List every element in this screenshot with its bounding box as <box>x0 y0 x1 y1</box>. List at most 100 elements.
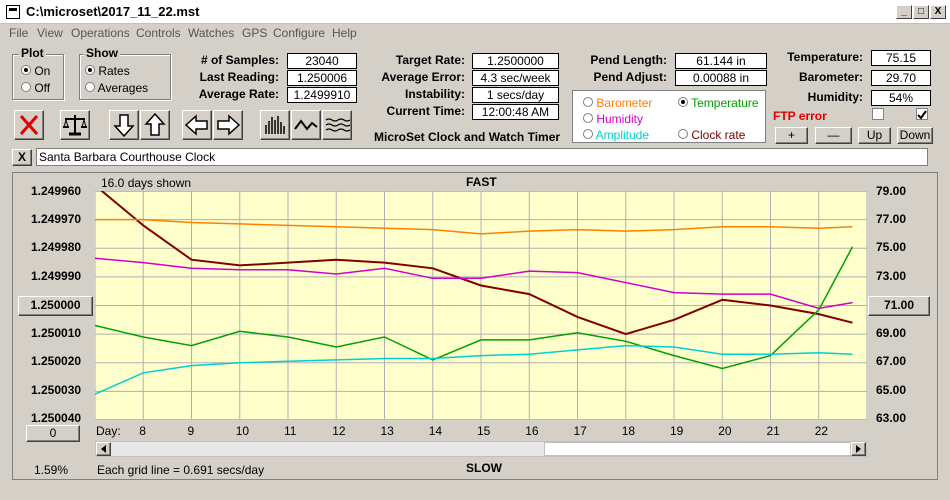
x-tick-label: 13 <box>380 424 394 438</box>
scroll-down-button[interactable] <box>109 110 139 140</box>
x-tick-label: 8 <box>139 424 146 438</box>
menu-configure[interactable]: Configure <box>273 26 325 40</box>
ftp-checkbox[interactable] <box>872 108 884 120</box>
stop-button[interactable] <box>14 110 44 140</box>
radio-icon <box>21 65 31 75</box>
radio-icon <box>583 113 593 123</box>
wave-button[interactable] <box>291 110 321 140</box>
menu-view[interactable]: View <box>37 26 63 40</box>
overlay-temperature[interactable]: Temperature <box>678 96 759 110</box>
balance-scale-icon <box>63 115 87 136</box>
ftp-error-label: FTP error <box>773 109 827 123</box>
x-tick-label: 17 <box>573 424 587 438</box>
scroll-right-button[interactable] <box>213 110 243 140</box>
down-button[interactable]: Down <box>897 127 933 144</box>
center-rate-button[interactable]: 1.250000 <box>18 296 93 316</box>
average-error-field: 4.3 sec/week <box>472 70 559 86</box>
grid-note: Each grid line = 0.691 secs/day <box>97 463 265 477</box>
menu-controls[interactable]: Controls <box>136 26 181 40</box>
left-tick: 1.250020 <box>31 354 82 368</box>
pend-length-label: Pend Length: <box>590 53 667 67</box>
zero-button[interactable]: 0 <box>26 425 80 442</box>
average-rate-label: Average Rate: <box>198 87 279 101</box>
arrow-up-icon <box>144 112 166 136</box>
last-reading-label: Last Reading: <box>199 70 279 84</box>
histogram-button[interactable] <box>260 110 290 140</box>
clock-close-button[interactable]: X <box>12 149 32 166</box>
x-tick-label: 22 <box>814 424 829 438</box>
left-tick: 1.250010 <box>31 326 82 340</box>
scroll-thumb[interactable] <box>544 442 851 456</box>
x-tick-label: 14 <box>428 424 443 438</box>
plot-on-radio[interactable]: On <box>21 64 50 78</box>
menu-file[interactable]: File <box>9 26 28 40</box>
menu-watches[interactable]: Watches <box>188 26 234 40</box>
plus-button[interactable]: + <box>775 127 808 144</box>
triangle-right-icon <box>856 445 861 453</box>
pend-adjust-field: 0.00088 in <box>675 70 767 86</box>
radio-icon <box>583 129 593 139</box>
samples-label: # of Samples: <box>200 53 279 67</box>
x-tick-label: 12 <box>332 424 346 438</box>
triangle-left-icon <box>101 445 106 453</box>
clock-name-field[interactable]: Santa Barbara Courthouse Clock <box>36 148 928 166</box>
horizontal-scrollbar[interactable] <box>95 441 867 457</box>
average-rate-field: 1.2499910 <box>287 87 357 103</box>
instability-label: Instability: <box>404 87 465 101</box>
left-tick: 1.249960 <box>31 184 82 198</box>
maximize-button[interactable]: □ <box>913 5 929 19</box>
minus-button[interactable]: — <box>815 127 852 144</box>
scroll-up-button[interactable] <box>140 110 170 140</box>
fast-label: FAST <box>466 175 497 189</box>
ftp-enabled-checkbox[interactable] <box>916 108 928 120</box>
right-tick: 75.00 <box>876 240 907 254</box>
x-tick-label: 20 <box>718 424 732 438</box>
show-group-title: Show <box>84 46 120 60</box>
slow-label: SLOW <box>466 461 502 475</box>
plot-on-label: On <box>34 64 51 78</box>
left-tick: 1.249980 <box>31 240 82 254</box>
scroll-left-button[interactable] <box>182 110 212 140</box>
scroll-left-arrow[interactable] <box>96 442 111 456</box>
center-sensor-button[interactable]: 71.00 <box>868 296 930 316</box>
radio-icon <box>85 65 95 75</box>
overlay-humidity[interactable]: Humidity <box>583 112 643 126</box>
menu-help[interactable]: Help <box>332 26 357 40</box>
x-tick-label: 15 <box>477 424 491 438</box>
checkmark-icon <box>917 110 927 120</box>
show-rates-radio[interactable]: Rates <box>85 64 130 78</box>
noise-icon <box>325 118 351 132</box>
target-rate-label: Target Rate: <box>395 53 465 67</box>
menu-operations[interactable]: Operations <box>71 26 130 40</box>
noise-button[interactable] <box>322 110 352 140</box>
right-tick: 73.00 <box>876 269 907 283</box>
x-tick-label: 18 <box>621 424 636 438</box>
overlay-selector: Barometer Temperature Humidity Amplitude… <box>572 90 766 143</box>
x-tick-label: 21 <box>766 424 780 438</box>
humidity-label: Humidity: <box>807 90 863 104</box>
minimize-button[interactable]: _ <box>896 5 912 19</box>
show-averages-radio[interactable]: Averages <box>85 81 148 95</box>
x-tick-label: 19 <box>670 424 684 438</box>
overlay-clock-rate[interactable]: Clock rate <box>678 128 745 142</box>
menu-gps[interactable]: GPS <box>242 26 267 40</box>
close-button[interactable]: X <box>930 5 946 19</box>
temperature-label: Temperature: <box>787 50 863 64</box>
x-tick-label: 9 <box>187 424 195 438</box>
left-tick: 1.250040 <box>31 411 82 425</box>
arrow-left-icon <box>184 114 208 136</box>
target-rate-field: 1.2500000 <box>472 53 559 69</box>
barometer-label: Barometer: <box>798 70 863 84</box>
show-averages-label: Averages <box>97 81 149 95</box>
balance-button[interactable] <box>60 110 90 140</box>
scroll-right-arrow[interactable] <box>851 442 866 456</box>
arrow-down-icon <box>113 114 135 138</box>
radio-icon <box>85 82 95 92</box>
overlay-amplitude[interactable]: Amplitude <box>583 128 649 142</box>
left-tick: 1.249970 <box>31 212 82 226</box>
up-button[interactable]: Up <box>858 127 891 144</box>
overlay-barometer[interactable]: Barometer <box>583 96 652 110</box>
plot-off-radio[interactable]: Off <box>21 81 50 95</box>
radio-icon <box>21 82 31 92</box>
app-icon <box>6 5 20 19</box>
